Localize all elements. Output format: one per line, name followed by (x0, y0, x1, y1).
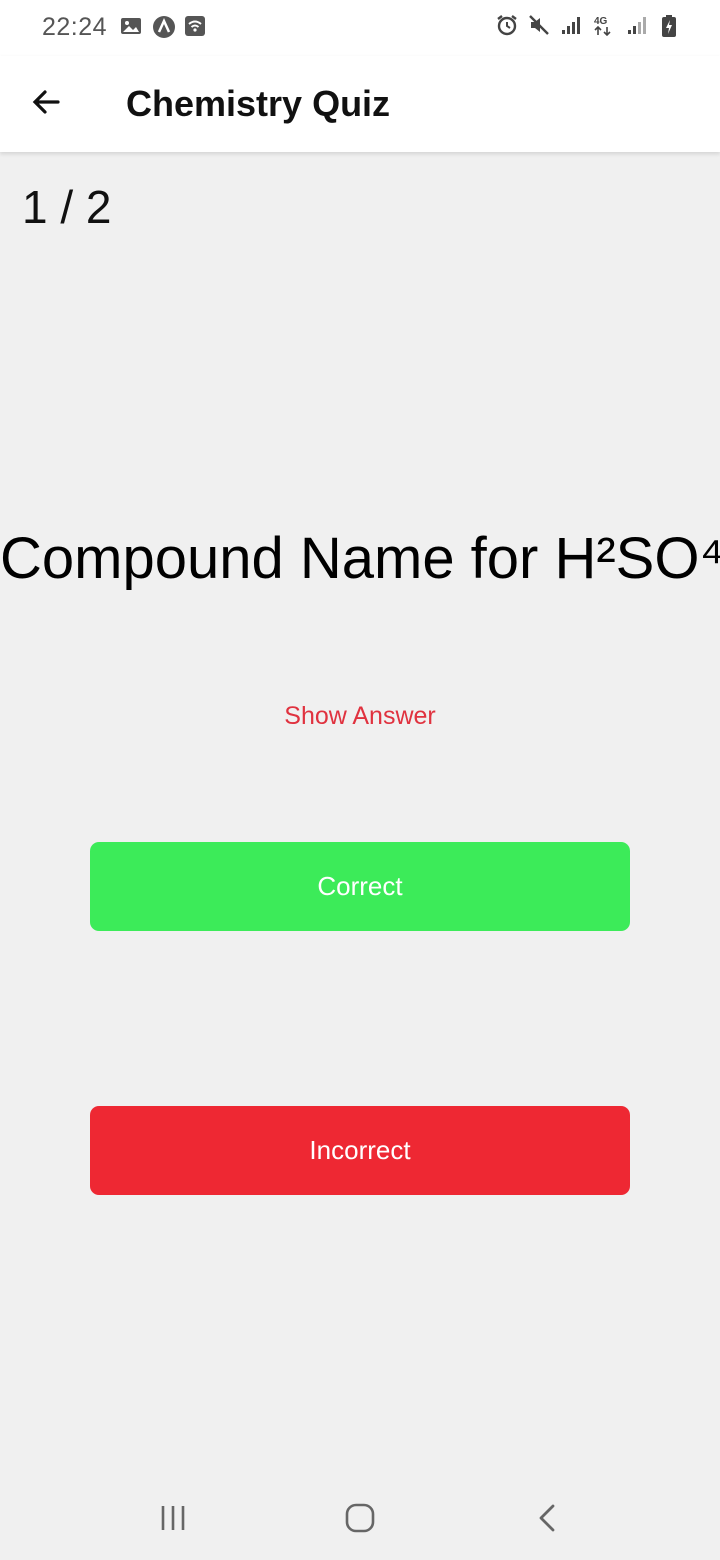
correct-button[interactable]: Correct (90, 842, 630, 931)
nav-bar (0, 1480, 720, 1560)
4g-icon: 4G (592, 14, 616, 37)
status-time: 22:24 (42, 13, 108, 41)
recents-button[interactable] (143, 1500, 203, 1540)
signal-icon (560, 14, 582, 36)
home-icon (344, 1502, 376, 1539)
alarm-icon (496, 14, 518, 36)
signal-icon (626, 14, 648, 36)
incorrect-button[interactable]: Incorrect (90, 1106, 630, 1195)
mute-icon (528, 14, 550, 36)
home-button[interactable] (330, 1500, 390, 1540)
question-text: Compound Name for H²SO⁴ (0, 526, 720, 591)
wifi-icon (184, 15, 206, 37)
status-right-icons: 4G (496, 14, 680, 37)
show-answer-link[interactable]: Show Answer (0, 702, 720, 731)
app-bar: Chemistry Quiz (0, 56, 720, 152)
question-counter: 1 / 2 (22, 181, 112, 233)
screen: 22:24 4G Chemistry Quiz 1 / 2 Compound N… (0, 0, 720, 1560)
app-a-icon (152, 15, 175, 38)
status-left-icons (120, 15, 206, 38)
back-button[interactable] (22, 80, 70, 128)
page-title: Chemistry Quiz (126, 83, 391, 124)
arrow-left-icon (30, 86, 62, 123)
image-icon (120, 15, 142, 37)
back-icon (533, 1503, 563, 1538)
nav-back-button[interactable] (518, 1500, 578, 1540)
battery-charging-icon (658, 14, 680, 37)
svg-text:4G: 4G (594, 16, 608, 27)
recents-icon (158, 1503, 188, 1538)
status-bar: 22:24 4G (0, 0, 720, 56)
